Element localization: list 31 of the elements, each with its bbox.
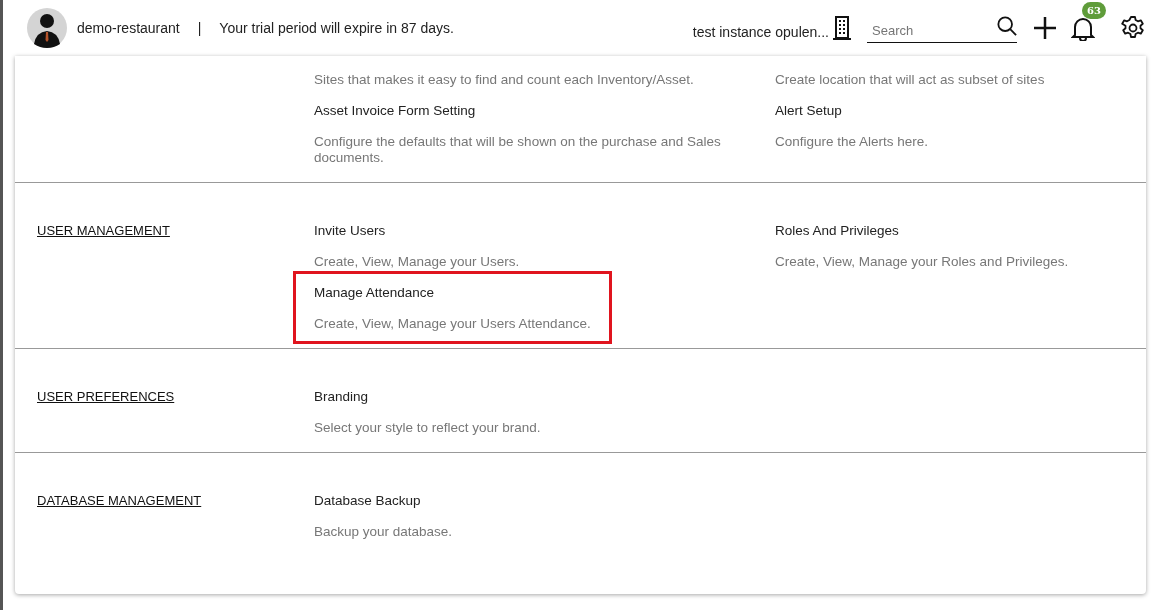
setting-link[interactable]: Branding (314, 387, 541, 407)
trial-message: Your trial period will expire in 87 days. (219, 20, 454, 36)
settings-icon[interactable] (1121, 16, 1145, 40)
building-icon[interactable] (833, 16, 851, 40)
notification-icon[interactable] (1071, 15, 1095, 41)
instance-name[interactable]: test instance opulen... (692, 24, 829, 40)
username[interactable]: demo-restaurant (77, 20, 180, 36)
separator: | (197, 20, 202, 36)
setting-link[interactable]: Asset Invoice Form Setting (314, 101, 764, 121)
setting-link[interactable]: Alert Setup (775, 101, 929, 121)
setting-description: Create, View, Manage your Users Attendance. (314, 316, 591, 332)
setting-link[interactable]: Invite Users (314, 221, 520, 241)
section-link[interactable]: DATABASE MANAGEMENT (37, 493, 202, 508)
setting-description: Configure the defaults that will be shown on the purchase and Sales documents. (314, 134, 722, 166)
setting-description: Create location that will act as subset of sites (775, 72, 1045, 88)
setting-description: Select your style to reflect your brand. (314, 420, 541, 436)
setting-description: Create, View, Manage your Users. (314, 254, 520, 270)
setting-description: Backup your database. (314, 524, 453, 540)
setting-link[interactable]: Roles And Privileges (775, 221, 1069, 241)
search-field[interactable]: Search (867, 22, 997, 42)
setting-link[interactable]: Database Backup (314, 491, 453, 511)
section-link[interactable]: USER PREFERENCES (37, 389, 175, 404)
section-link[interactable]: USER MANAGEMENT (37, 223, 170, 238)
avatar-icon[interactable] (27, 8, 67, 48)
notification-badge: 63 (1082, 2, 1106, 19)
add-icon[interactable] (1033, 16, 1057, 40)
search-icon[interactable] (997, 15, 1017, 36)
setting-link[interactable]: Manage Attendance (314, 283, 591, 303)
setting-description: Create, View, Manage your Roles and Privileges. (775, 254, 1069, 270)
setting-description: Configure the Alerts here. (775, 134, 929, 150)
setting-description: Sites that makes it easy to find and count each Inventory/Asset. (314, 72, 694, 88)
